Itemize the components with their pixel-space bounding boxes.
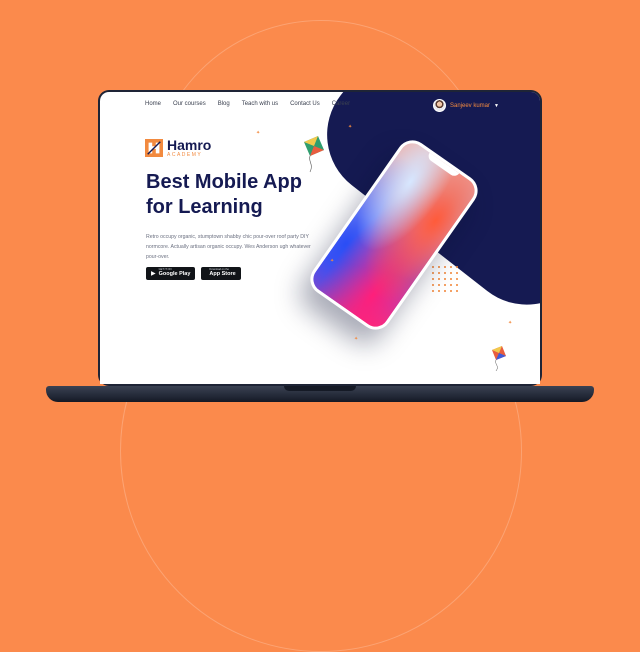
sparkle-icon: ✦ [256, 130, 261, 136]
nav-link-home[interactable]: Home [145, 101, 161, 107]
user-name: Sanjeev kumar [450, 102, 491, 109]
logo-subtitle: ACADEMY [167, 152, 203, 158]
decorative-dots [430, 264, 462, 292]
laptop-base [46, 386, 594, 402]
nav-link-blog[interactable]: Blog [218, 101, 230, 107]
chevron-down-icon[interactable]: ▼ [494, 103, 499, 109]
store-buttons: ▶ GET IT ON Google Play Download on the … [146, 267, 241, 280]
hamro-logo-mark-icon [145, 139, 163, 157]
google-play-label: Google Play [158, 271, 191, 278]
hero-headline-line2: for Learning [146, 196, 263, 218]
user-menu[interactable]: Sanjeev kumar ▼ [433, 99, 499, 112]
nav-link-teach-with-us[interactable]: Teach with us [242, 101, 278, 107]
kite-icon [492, 346, 506, 372]
sparkle-icon: ✦ [348, 124, 353, 130]
sparkle-icon: ✦ [508, 320, 513, 326]
top-nav: Home Our courses Blog Teach with us Cont… [145, 101, 350, 107]
laptop-screen-frame: Home Our courses Blog Teach with us Cont… [98, 90, 542, 386]
avatar[interactable] [433, 99, 446, 112]
brand-logo[interactable]: Hamro ACADEMY [145, 138, 211, 158]
google-play-icon: ▶ [151, 270, 156, 277]
kite-icon [304, 136, 324, 173]
sparkle-icon: ✦ [354, 336, 359, 342]
laptop-base-notch [284, 386, 356, 391]
nav-link-contact-us[interactable]: Contact Us [290, 101, 320, 107]
nav-link-our-courses[interactable]: Our courses [173, 101, 206, 107]
nav-link-career[interactable]: Career [332, 101, 350, 107]
app-store-label: App Store [209, 271, 236, 278]
website-screen: Home Our courses Blog Teach with us Cont… [100, 92, 540, 384]
logo-name: Hamro [167, 137, 212, 153]
google-play-button[interactable]: ▶ GET IT ON Google Play [146, 267, 196, 280]
hero-description: Retro occupy organic, stumptown shabby c… [146, 234, 311, 260]
sparkle-icon: ✦ [330, 258, 335, 264]
app-store-button[interactable]: Download on the App Store [201, 267, 241, 280]
hero-headline: Best Mobile App for Learning [146, 170, 346, 220]
